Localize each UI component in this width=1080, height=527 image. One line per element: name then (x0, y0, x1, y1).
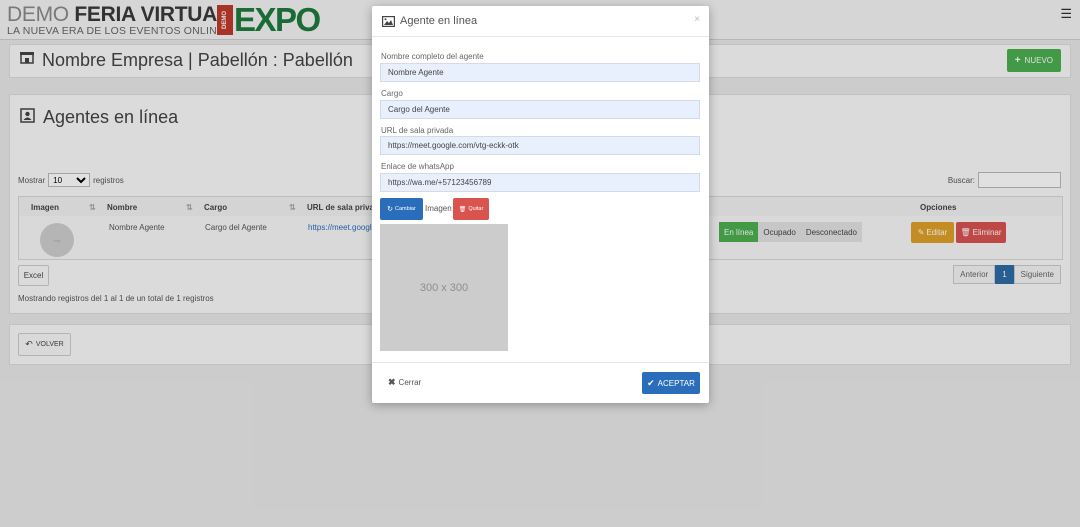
modal-footer: ✖ Cerrar ✔ ACEPTAR (372, 362, 709, 403)
check-icon: ✔ (647, 377, 655, 388)
agent-role-field[interactable]: Cargo del Agente (380, 100, 700, 119)
whatsapp-field[interactable]: https://wa.me/+57123456789 (380, 173, 700, 192)
refresh-icon: ↻ (387, 206, 394, 213)
modal-title: Agente en línea (400, 15, 478, 27)
change-image-button[interactable]: ↻ Cambiar (380, 198, 423, 220)
close-label: Cerrar (398, 378, 422, 387)
agent-name-label: Nombre completo del agente (381, 52, 484, 61)
image-label: Imagen (425, 204, 452, 213)
accept-label: ACEPTAR (657, 378, 695, 388)
room-url-field[interactable]: https://meet.google.com/vtg-eckk-otk (380, 136, 700, 155)
remove-image-label: Quitar (468, 206, 484, 212)
room-url-label: URL de sala privada (381, 126, 454, 135)
close-button[interactable]: ✖ Cerrar (388, 377, 421, 388)
agent-name-field[interactable]: Nombre Agente (380, 63, 700, 82)
x-icon: ✖ (388, 377, 396, 387)
whatsapp-label: Enlace de whatsApp (381, 162, 454, 171)
agent-role-label: Cargo (381, 89, 403, 98)
remove-image-button[interactable]: 🗑 Quitar (453, 198, 489, 220)
accept-button[interactable]: ✔ ACEPTAR (642, 372, 700, 394)
modal-header: Agente en línea (372, 6, 709, 37)
trash-icon: 🗑 (458, 206, 467, 213)
image-icon (382, 15, 395, 27)
agent-modal: Agente en línea × Nombre completo del ag… (372, 6, 709, 403)
image-placeholder: 300 x 300 (380, 224, 508, 351)
change-image-label: Cambiar (395, 206, 416, 212)
close-icon[interactable]: × (694, 14, 700, 25)
